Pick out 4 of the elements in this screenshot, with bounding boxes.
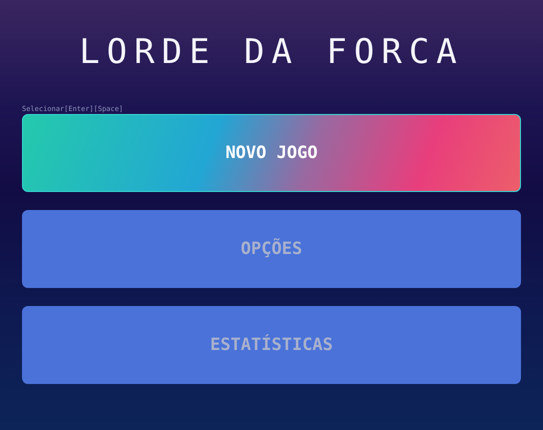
menu-button[interactable]: NOVO JOGO [22,114,521,192]
game-title: LORDE DA FORCA [78,31,465,74]
menu-button[interactable]: OPÇÕES [22,210,521,288]
menu-button[interactable]: ESTATÍSTICAS [22,306,521,384]
